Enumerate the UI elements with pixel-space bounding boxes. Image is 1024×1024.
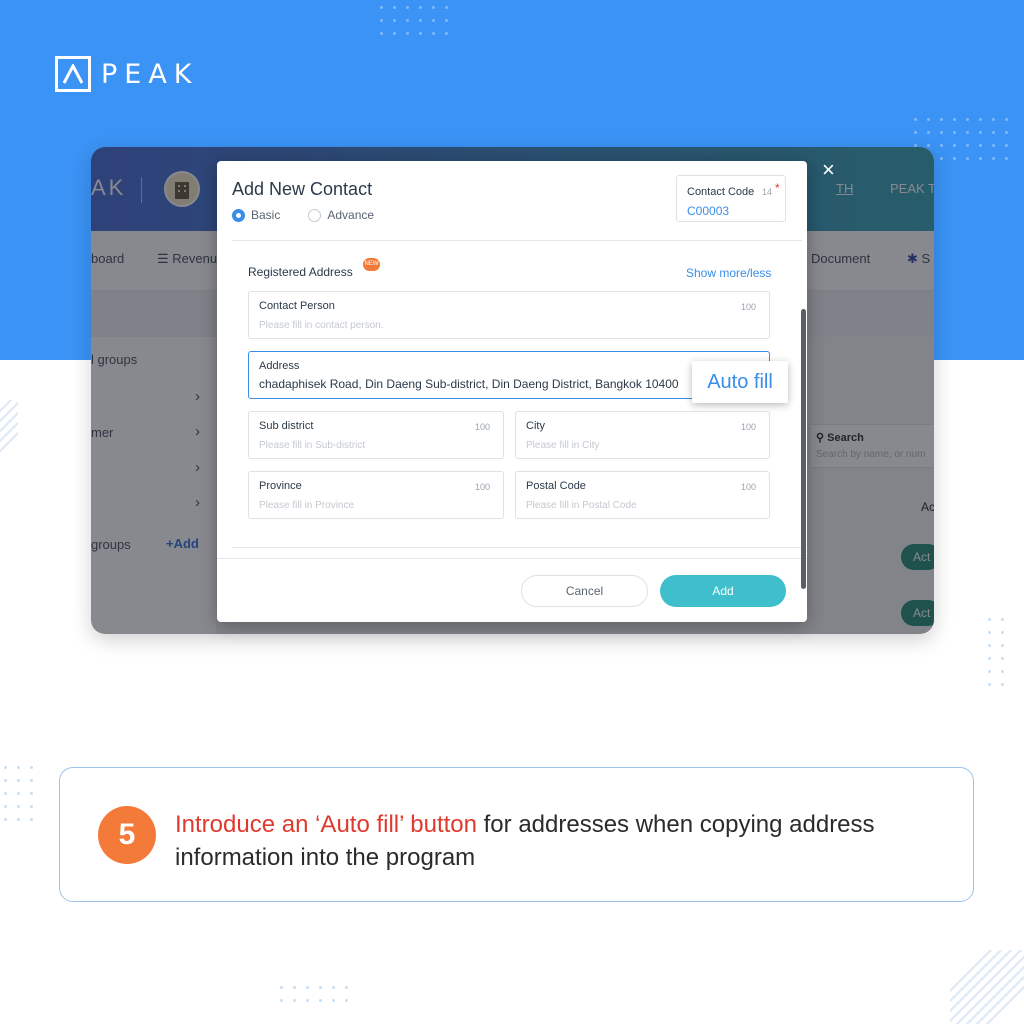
city-field[interactable]: City 100 Please fill in City [515,411,770,459]
field-placeholder: Please fill in Province [259,500,355,511]
divider [232,547,802,548]
divider [217,558,807,559]
radio-advance-label[interactable]: Advance [327,208,374,222]
decorative-dots [280,986,348,1002]
address-value: chadaphisek Road, Din Daeng Sub-district… [259,377,679,391]
add-button[interactable]: Add [660,575,786,607]
field-label: Province [259,480,302,492]
field-placeholder: Please fill in Postal Code [526,500,637,511]
field-max: 100 [740,482,756,492]
decorative-dots [380,6,448,35]
autofill-button[interactable]: Auto fill [692,361,788,403]
contact-code-value: C00003 [687,204,730,218]
contact-code-label: Contact Code [687,186,755,198]
field-label: Address [259,360,300,372]
field-placeholder: Please fill in contact person. [259,320,384,331]
field-label: City [526,420,545,432]
decorative-dots [988,618,1004,686]
peak-logo-icon [55,56,91,92]
field-placeholder: Please fill in Sub-district [259,440,366,451]
close-icon[interactable]: × [822,157,835,183]
required-mark: * [775,181,780,195]
peak-logo: PEAK [55,56,199,92]
show-more-link[interactable]: Show more/less [686,266,771,280]
radio-icon[interactable] [308,208,322,222]
radio-basic-label[interactable]: Basic [251,208,280,222]
field-label: Postal Code [526,480,586,492]
sub-district-field[interactable]: Sub district 100 Please fill in Sub-dist… [248,411,504,459]
new-badge: NEW [363,258,380,271]
logo-text: PEAK [101,58,199,90]
contact-mode-radios: Basic Advance [232,208,374,222]
decorative-dots [4,766,33,821]
feature-highlight: Introduce an ‘Auto fill’ button [175,811,477,838]
field-max: 100 [474,482,490,492]
contact-code-field[interactable]: Contact Code 14 * C00003 [676,175,786,222]
contact-code-count: 14 [762,187,773,197]
radio-icon[interactable] [232,208,245,222]
feature-description: Introduce an ‘Auto fill’ button for addr… [175,808,955,874]
step-number-badge: 5 [98,806,156,864]
modal-title: Add New Contact [232,179,373,199]
contact-person-field[interactable]: Contact Person 100 Please fill in contac… [248,291,770,339]
field-placeholder: Please fill in City [526,440,600,451]
postal-code-field[interactable]: Postal Code 100 Please fill in Postal Co… [515,471,770,519]
modal-scrollbar[interactable] [801,309,806,589]
field-label: Contact Person [259,300,335,312]
province-field[interactable]: Province 100 Please fill in Province [248,471,504,519]
cancel-button[interactable]: Cancel [521,575,648,607]
feature-callout-card: 5 Introduce an ‘Auto fill’ button for ad… [59,767,974,902]
decorative-stripes [950,950,1024,1024]
field-max: 100 [740,422,756,432]
section-title: Registered Address [248,265,353,279]
decorative-stripes [0,400,18,500]
field-max: 100 [474,422,490,432]
field-max: 100 [740,302,756,312]
divider [232,240,802,241]
field-label: Sub district [259,420,314,432]
